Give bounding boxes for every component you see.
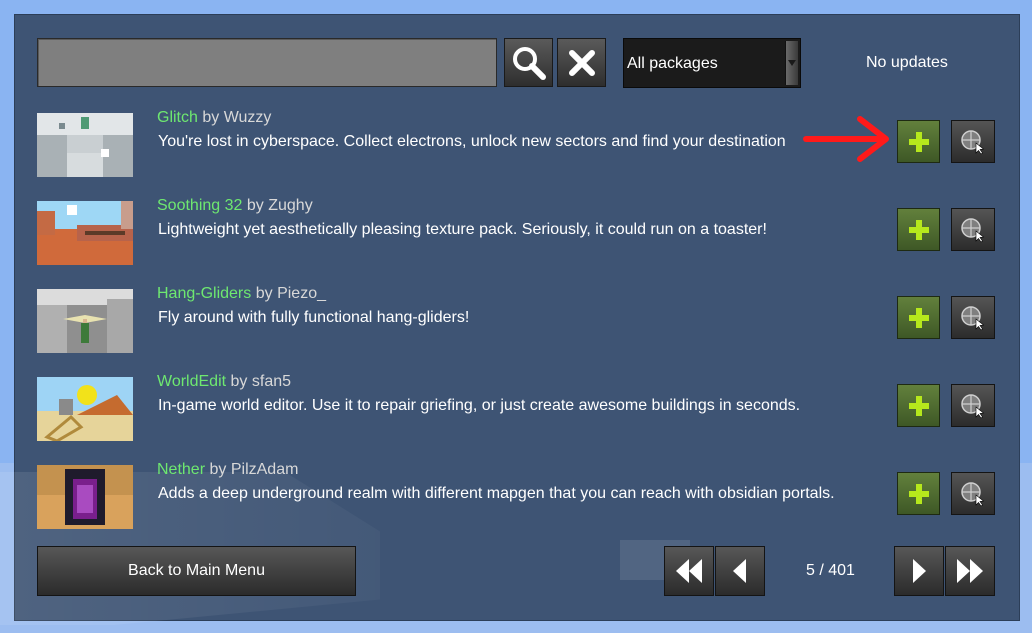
annotation-arrow-icon bbox=[803, 116, 889, 162]
first-page-button[interactable] bbox=[664, 546, 714, 596]
view-package-button[interactable] bbox=[951, 120, 995, 163]
package-description: Fly around with fully functional hang-gl… bbox=[158, 309, 470, 326]
view-package-button[interactable] bbox=[951, 384, 995, 427]
package-name[interactable]: Glitch bbox=[157, 109, 198, 126]
package-title: Soothing 32 by Zughy bbox=[157, 197, 313, 214]
updates-status: No updates bbox=[866, 54, 948, 71]
globe-cursor-icon bbox=[961, 393, 985, 418]
package-author: sfan5 bbox=[251, 373, 292, 390]
previous-page-button[interactable] bbox=[715, 546, 765, 596]
package-title: Hang-Gliders by Piezo_ bbox=[157, 285, 326, 302]
package-author: Piezo_ bbox=[277, 285, 326, 302]
plus-icon bbox=[908, 307, 929, 328]
package-title: WorldEdit by sfan5 bbox=[157, 373, 292, 390]
view-package-button[interactable] bbox=[951, 208, 995, 251]
package-name[interactable]: Soothing 32 bbox=[157, 197, 242, 214]
double-chevron-left-icon bbox=[676, 559, 702, 583]
package-description: In-game world editor. Use it to repair g… bbox=[158, 397, 801, 414]
close-icon bbox=[568, 49, 595, 76]
install-button[interactable] bbox=[897, 120, 940, 163]
globe-cursor-icon bbox=[961, 129, 985, 154]
install-button[interactable] bbox=[897, 384, 940, 427]
install-button[interactable] bbox=[897, 296, 940, 339]
package-author: Zughy bbox=[268, 197, 313, 214]
chevron-left-icon bbox=[733, 559, 746, 583]
search-input[interactable] bbox=[37, 38, 497, 87]
plus-icon bbox=[908, 483, 929, 504]
package-row: Glitch by Wuzzy You're lost in cyberspac… bbox=[37, 109, 997, 179]
page-indicator: 5 / 401 bbox=[806, 562, 855, 579]
package-name[interactable]: WorldEdit bbox=[157, 373, 226, 390]
package-author: Wuzzy bbox=[223, 109, 272, 126]
globe-cursor-icon bbox=[961, 217, 985, 242]
chevron-down-icon bbox=[788, 60, 796, 66]
next-page-button[interactable] bbox=[894, 546, 944, 596]
view-package-button[interactable] bbox=[951, 472, 995, 515]
package-type-dropdown[interactable]: All packages bbox=[623, 38, 801, 88]
back-to-main-menu-button[interactable]: Back to Main Menu bbox=[37, 546, 356, 596]
package-description: Lightweight yet aesthetically pleasing t… bbox=[158, 221, 767, 238]
package-thumbnail bbox=[37, 377, 133, 441]
globe-cursor-icon bbox=[961, 305, 985, 330]
view-package-button[interactable] bbox=[951, 296, 995, 339]
package-thumbnail bbox=[37, 201, 133, 265]
globe-cursor-icon bbox=[961, 481, 985, 506]
package-thumbnail bbox=[37, 113, 133, 177]
dropdown-scroll-column[interactable] bbox=[785, 41, 798, 85]
package-name[interactable]: Nether bbox=[157, 461, 205, 478]
package-title: Glitch by Wuzzy bbox=[157, 109, 272, 126]
install-button[interactable] bbox=[897, 208, 940, 251]
search-button[interactable] bbox=[504, 38, 553, 87]
package-author: PilzAdam bbox=[230, 461, 299, 478]
package-description: You're lost in cyberspace. Collect elect… bbox=[158, 133, 786, 150]
dropdown-selected-value: All packages bbox=[627, 55, 718, 72]
install-button[interactable] bbox=[897, 472, 940, 515]
package-row: Soothing 32 by Zughy Lightweight yet aes… bbox=[37, 197, 997, 267]
search-icon bbox=[512, 46, 546, 80]
package-title: Nether by PilzAdam bbox=[157, 461, 299, 478]
package-row: WorldEdit by sfan5 In-game world editor.… bbox=[37, 373, 997, 443]
clear-search-button[interactable] bbox=[557, 38, 606, 87]
package-thumbnail bbox=[37, 465, 133, 529]
last-page-button[interactable] bbox=[945, 546, 995, 596]
package-thumbnail bbox=[37, 289, 133, 353]
package-row: Hang-Gliders by Piezo_ Fly around with f… bbox=[37, 285, 997, 355]
package-name[interactable]: Hang-Gliders bbox=[157, 285, 251, 302]
plus-icon bbox=[908, 395, 929, 416]
double-chevron-right-icon bbox=[957, 559, 983, 583]
plus-icon bbox=[908, 131, 929, 152]
plus-icon bbox=[908, 219, 929, 240]
package-row: Nether by PilzAdam Adds a deep undergrou… bbox=[37, 461, 997, 531]
chevron-right-icon bbox=[913, 559, 926, 583]
package-description: Adds a deep underground realm with diffe… bbox=[158, 485, 835, 502]
